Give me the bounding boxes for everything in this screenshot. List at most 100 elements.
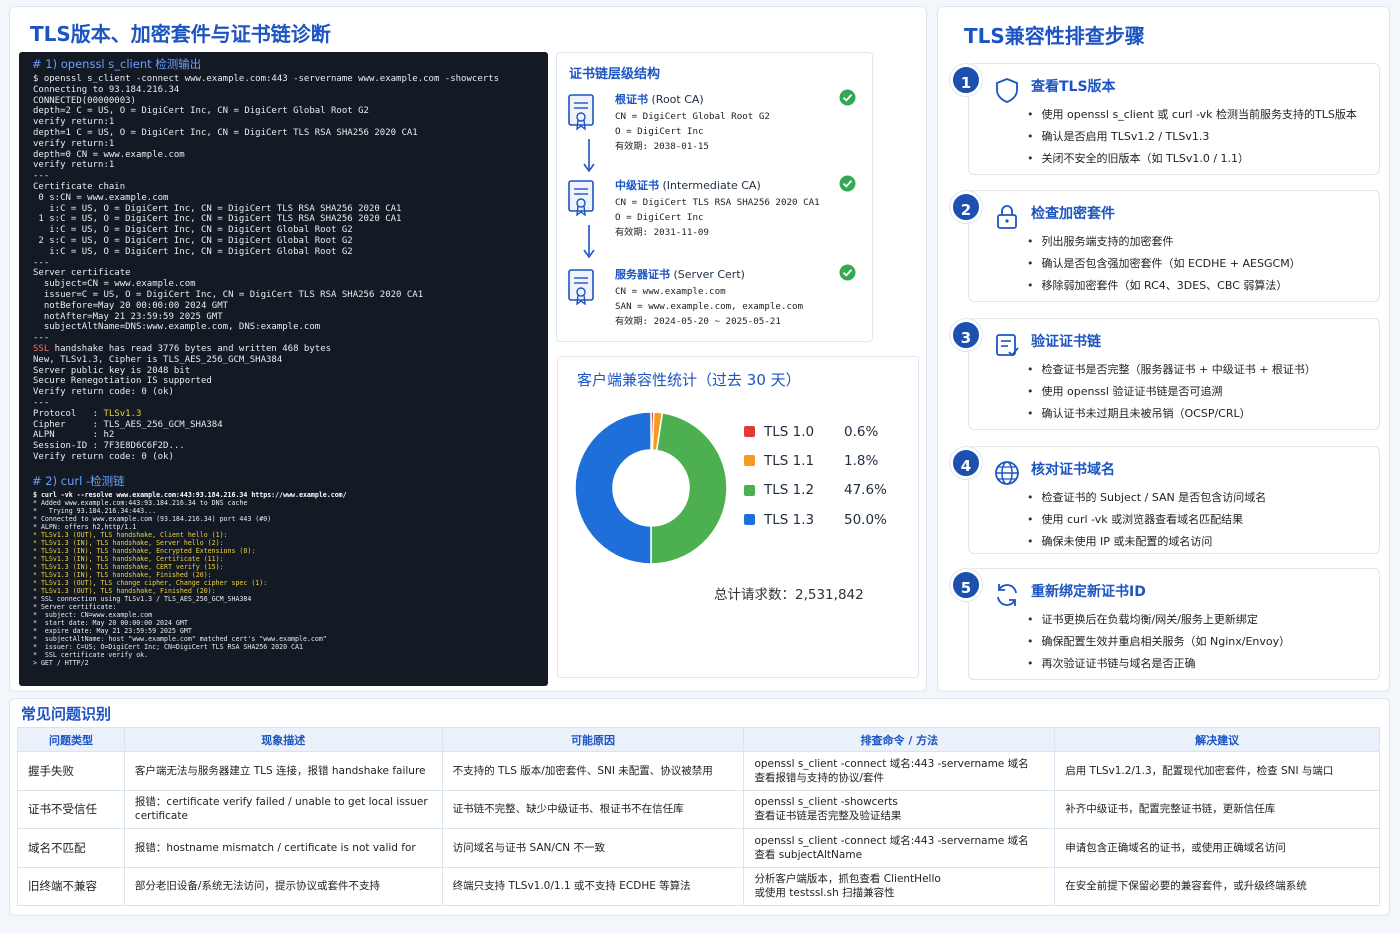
table-cell: 报错：certificate verify failed / unable to… (123, 789, 443, 829)
page-title: TLS版本、加密套件与证书链诊断 (30, 22, 331, 46)
legend-swatch (744, 455, 755, 467)
arrow-down-icon (583, 225, 595, 259)
step-title-3: 验证证书链 (1031, 334, 1101, 350)
step-card-2[interactable]: 检查加密套件 列出服务端支持的加密套件确认是否包含强加密套件（如 ECDHE +… (968, 190, 1380, 302)
step-title-1: 查看TLS版本 (1031, 79, 1116, 95)
column-header: 现象描述 (123, 727, 443, 752)
table-cell: 证书不受信任 (17, 789, 125, 829)
donut-slice-tls-1.2[interactable] (650, 412, 728, 565)
table-row[interactable]: 域名不匹配 报错：hostname mismatch / certificate … (17, 828, 1380, 868)
legend-value: 1.8% (844, 452, 879, 469)
step-title-5: 重新绑定新证书ID (1031, 584, 1146, 600)
table-cell: 访问域名与证书 SAN/CN 不一致 (441, 828, 745, 868)
table-row[interactable]: 握手失败 客户端无法与服务器建立 TLS 连接，报错 handshake fail… (17, 751, 1380, 791)
cert-server-name: 服务器证书 (Server Cert) (615, 268, 745, 281)
step-list-5: 证书更换后在负载均衡/网关/服务上更新绑定确保配置生效并重启相关服务（如 Ngi… (1027, 609, 1291, 675)
step-number-4: 4 (950, 447, 982, 479)
table-cell: 分析客户端版本，抓包查看 ClientHello 或使用 testssl.sh … (743, 866, 1056, 906)
lock-icon (997, 205, 1017, 229)
column-header: 可能原因 (441, 727, 745, 752)
table-cell: 证书链不完整、缺少中级证书、根证书不在信任库 (441, 789, 745, 829)
step-list-2: 列出服务端支持的加密套件确认是否包含强加密套件（如 ECDHE + AESGCM… (1027, 231, 1301, 297)
legend-swatch (744, 484, 755, 496)
shield-icon (996, 78, 1018, 103)
column-header: 问题类型 (17, 727, 125, 752)
table-cell: openssl s_client -connect 域名:443 -server… (743, 828, 1056, 868)
check-circle-icon (839, 264, 856, 281)
table-cell: openssl s_client -connect 域名:443 -server… (743, 751, 1056, 791)
legend-label: TLS 1.1 (764, 452, 815, 469)
cert-intermediate-info: CN = DigiCert TLS RSA SHA256 2020 CA1 O … (615, 197, 820, 238)
table-cell: 补齐中级证书，配置完整证书链，更新信任库 (1054, 789, 1380, 829)
legend-label: TLS 1.2 (764, 482, 815, 499)
legend-item: TLS 1.1 1.8% (744, 446, 887, 475)
certificate-icon (568, 180, 594, 217)
step-number-5: 5 (950, 569, 982, 601)
table-cell: 终端只支持 TLSv1.0/1.1 或不支持 ECDHE 等算法 (441, 866, 745, 906)
problems-table: 问题类型 现象描述 可能原因 排查命令 / 方法 解决建议 握手失败 客户端无法与… (17, 727, 1380, 906)
steps-title: TLS兼容性排查步骤 (964, 24, 1145, 48)
client-stats-card: 客户端兼容性统计（过去 30 天） TLS 1.0 0.6% TLS 1.1 1.8%… (557, 356, 919, 678)
document-check-icon (996, 334, 1019, 357)
table-cell: 客户端无法与服务器建立 TLS 连接，报错 handshake failure (123, 751, 443, 791)
cert-server-info: CN = www.example.com SAN = www.example.c… (615, 286, 804, 327)
table-cell: 部分老旧设备/系统无法访问，提示协议或套件不支持 (123, 866, 443, 906)
table-cell: 申请包含正确域名的证书，或使用正确域名访问 (1054, 828, 1380, 868)
curl-output-block: $ curl -vk --resolve www.example.com:443… (33, 490, 347, 667)
step-list-3: 检查证书是否完整（服务器证书 + 中级证书 + 根证书）使用 openssl 验… (1027, 359, 1316, 425)
legend-item: TLS 1.2 47.6% (744, 476, 887, 505)
table-row[interactable]: 证书不受信任 报错：certificate verify failed / una… (17, 789, 1380, 829)
terminal-section-openssl: # 1) openssl s_client 检测输出 (32, 57, 202, 71)
terminal-output[interactable]: # 1) openssl s_client 检测输出 $ openssl s_c… (19, 52, 548, 686)
table-row[interactable]: 旧终端不兼容 部分老旧设备/系统无法访问，提示协议或套件不支持 终端只支持 TLSv… (17, 866, 1380, 906)
step-list-1: 使用 openssl s_client 或 curl -vk 检测当前服务支持的… (1027, 104, 1357, 170)
step-card-1[interactable]: 查看TLS版本 使用 openssl s_client 或 curl -vk 检… (968, 63, 1380, 175)
cert-chain-title: 证书链层级结构 (569, 67, 661, 82)
terminal-section-curl: # 2) curl -检测链 (32, 473, 125, 488)
step-card-5[interactable]: 重新绑定新证书ID 证书更换后在负载均衡/网关/服务上更新绑定确保配置生效并重启… (968, 568, 1380, 680)
legend-item: TLS 1.3 50.0% (744, 505, 887, 534)
legend-value: 47.6% (844, 482, 887, 499)
donut-slice-tls-1.3[interactable] (574, 411, 652, 565)
total-requests: 总计请求数：2,531,842 (714, 587, 864, 603)
arrow-down-icon (583, 139, 595, 173)
table-cell: 握手失败 (17, 751, 125, 791)
tls-donut-chart (574, 411, 728, 565)
legend-label: TLS 1.3 (764, 511, 815, 528)
globe-icon (995, 461, 1019, 485)
legend-item: TLS 1.0 0.6% (744, 417, 887, 446)
openssl-output-block: $ openssl s_client -connect www.example.… (33, 74, 499, 462)
cert-intermediate-name: 中级证书 (Intermediate CA) (615, 179, 761, 192)
step-title-2: 检查加密套件 (1031, 206, 1115, 222)
cert-chain-card: 证书链层级结构 根证书 (Root CA) CN = DigiCert Glob… (556, 52, 873, 342)
table-cell: 报错：hostname mismatch / certificate is no… (123, 828, 443, 868)
legend-value: 0.6% (844, 423, 879, 440)
table-cell: 不支持的 TLS 版本/加密套件、SNI 未配置、协议被禁用 (441, 751, 745, 791)
column-header: 解决建议 (1054, 727, 1380, 752)
step-card-4[interactable]: 核对证书域名 检查证书的 Subject / SAN 是否包含访问域名使用 cu… (968, 446, 1380, 554)
check-circle-icon (839, 89, 856, 106)
table-cell: openssl s_client -showcerts 查看证书链是否完整及验证… (743, 789, 1056, 829)
step-number-2: 2 (950, 191, 982, 223)
legend-swatch (744, 514, 755, 526)
step-number-1: 1 (950, 64, 982, 96)
legend-swatch (744, 426, 755, 438)
step-list-4: 检查证书的 Subject / SAN 是否包含访问域名使用 curl -vk … (1027, 487, 1267, 553)
table-cell: 旧终端不兼容 (17, 866, 125, 906)
table-cell: 在安全前提下保留必要的兼容套件，或升级终端系统 (1054, 866, 1380, 906)
cert-root-info: CN = DigiCert Global Root G2 O = DigiCer… (615, 111, 770, 152)
chart-legend: TLS 1.0 0.6% TLS 1.1 1.8% TLS 1.2 47.6% TLS 1.… (744, 417, 887, 534)
certificate-icon (568, 94, 594, 131)
step-number-3: 3 (950, 319, 982, 351)
problems-title: 常见问题识别 (21, 705, 112, 723)
column-header: 排查命令 / 方法 (743, 727, 1056, 752)
stats-title: 客户端兼容性统计（过去 30 天） (577, 371, 801, 389)
legend-value: 50.0% (844, 511, 887, 528)
refresh-icon (997, 584, 1017, 606)
step-title-4: 核对证书域名 (1031, 462, 1115, 478)
cert-root-name: 根证书 (Root CA) (615, 93, 704, 106)
step-card-3[interactable]: 验证证书链 检查证书是否完整（服务器证书 + 中级证书 + 根证书）使用 ope… (968, 318, 1380, 430)
certificate-icon (568, 269, 594, 306)
table-cell: 启用 TLSv1.2/1.3，配置现代加密套件，检查 SNI 与端口 (1054, 751, 1380, 791)
table-header-row: 问题类型 现象描述 可能原因 排查命令 / 方法 解决建议 (17, 727, 1380, 752)
